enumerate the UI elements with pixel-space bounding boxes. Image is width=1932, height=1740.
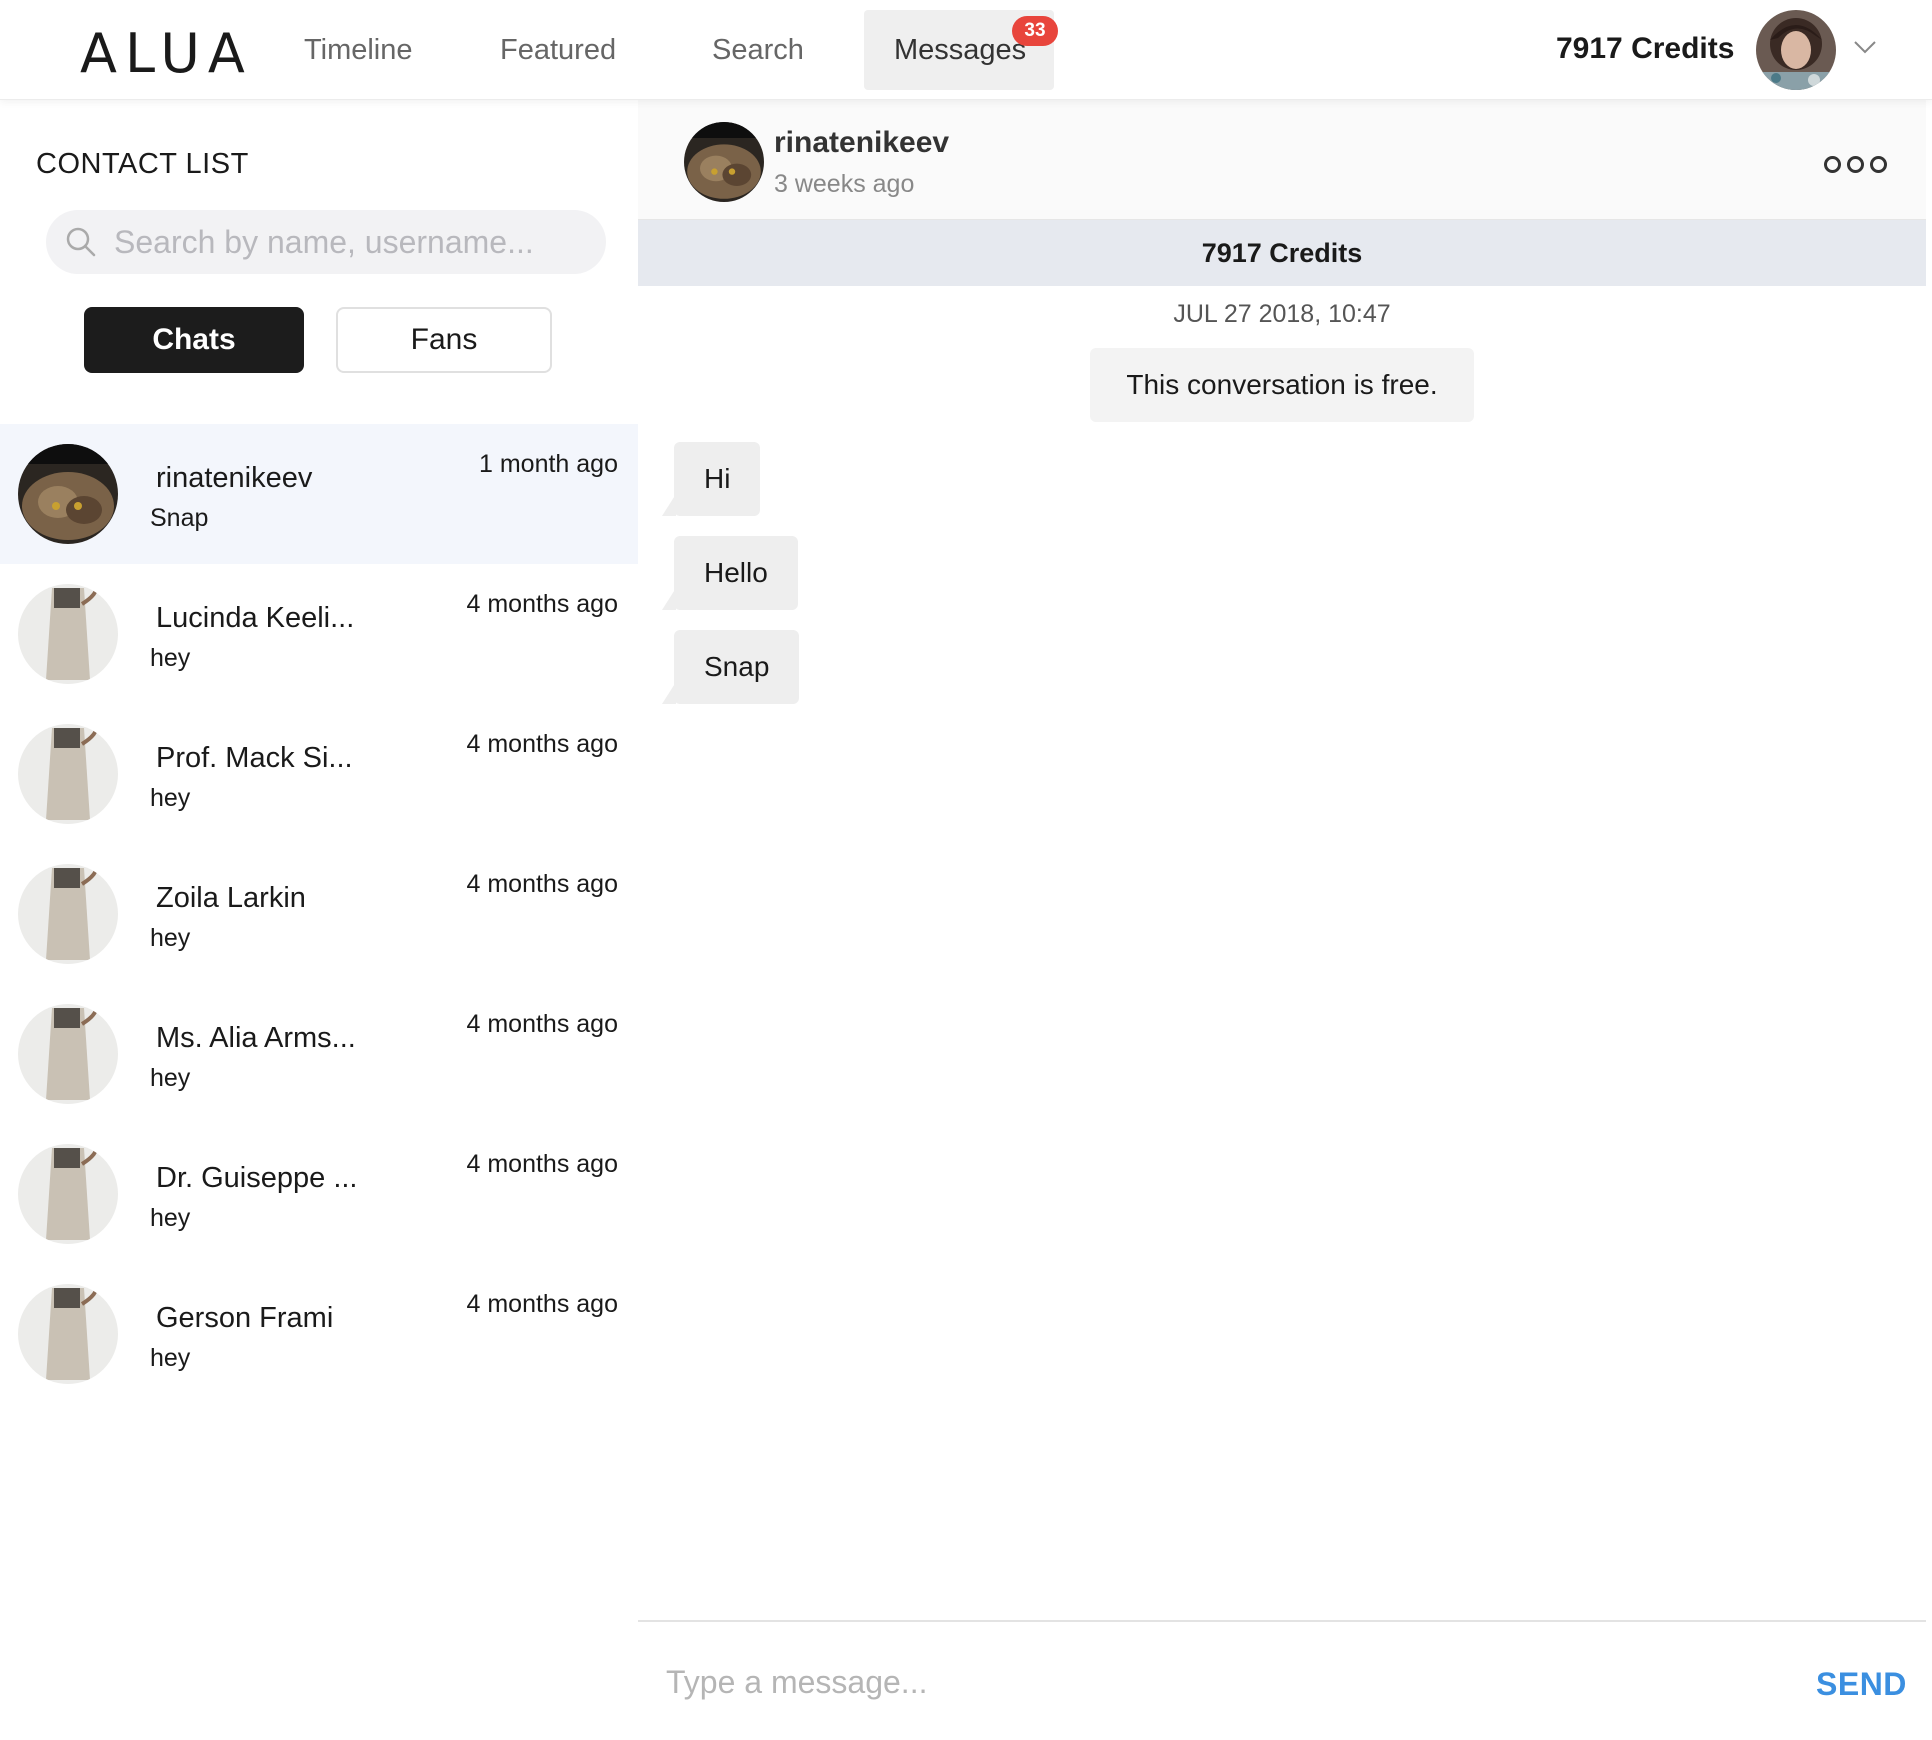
bubble-tail xyxy=(662,494,676,516)
message-text: Snap xyxy=(704,651,770,682)
nav-search-label: Search xyxy=(712,33,804,66)
nav-timeline-label: Timeline xyxy=(304,33,413,66)
more-dot xyxy=(1824,156,1841,173)
message-bubble: Hello xyxy=(662,536,798,610)
contact-name: Gerson Frami xyxy=(156,1302,334,1334)
contact-row[interactable]: Lucinda Keeli... hey 4 months ago xyxy=(0,564,638,704)
nav-search[interactable]: Search xyxy=(682,10,834,90)
conversation-header: rinatenikeev 3 weeks ago xyxy=(638,100,1926,220)
nav-featured[interactable]: Featured xyxy=(470,10,646,90)
contact-name: Prof. Mack Si... xyxy=(156,742,353,774)
nav-timeline[interactable]: Timeline xyxy=(274,10,443,90)
message-text: Hi xyxy=(704,463,731,494)
contact-name: Ms. Alia Arms... xyxy=(156,1022,356,1054)
bubble-tail xyxy=(662,588,676,610)
contact-name: Dr. Guiseppe ... xyxy=(156,1162,358,1194)
message-bubble: Hi xyxy=(662,442,761,516)
contact-row[interactable]: rinatenikeev Snap 1 month ago xyxy=(0,424,638,564)
contact-last-message: hey xyxy=(150,1064,191,1092)
message-bubble: Snap xyxy=(662,630,800,704)
chevron-down-icon[interactable] xyxy=(1852,34,1878,60)
contact-search[interactable] xyxy=(46,210,606,274)
conversation-last-seen: 3 weeks ago xyxy=(774,170,915,198)
messages-count-badge: 33 xyxy=(1012,16,1058,46)
contact-row[interactable]: Dr. Guiseppe ... hey 4 months ago xyxy=(0,1124,638,1264)
message-text: Hello xyxy=(704,557,768,588)
conversation-username[interactable]: rinatenikeev xyxy=(774,126,949,160)
conversation-free-notice: This conversation is free. xyxy=(1090,348,1474,422)
message-composer: SEND xyxy=(638,1620,1926,1740)
contact-time: 1 month ago xyxy=(479,450,618,478)
contact-row[interactable]: Zoila Larkin hey 4 months ago xyxy=(0,844,638,984)
bubble-tail xyxy=(662,682,676,704)
conversation-date: JUL 27 2018, 10:47 xyxy=(1173,300,1391,328)
more-dot xyxy=(1870,156,1887,173)
alua-logo[interactable]: ALUA xyxy=(80,22,253,85)
conversation-panel: rinatenikeev 3 weeks ago 7917 Credits JU… xyxy=(638,100,1926,1740)
contact-name: Lucinda Keeli... xyxy=(156,602,355,634)
contact-time: 4 months ago xyxy=(466,1290,619,1318)
nav-featured-label: Featured xyxy=(500,33,617,66)
nav-messages[interactable]: Messages 33 xyxy=(864,10,1058,90)
contact-time: 4 months ago xyxy=(466,1150,619,1178)
contact-last-message: hey xyxy=(150,1204,191,1232)
contact-row[interactable]: Ms. Alia Arms... hey 4 months ago xyxy=(0,984,638,1124)
send-button[interactable]: SEND xyxy=(1816,1666,1907,1703)
contact-last-message: hey xyxy=(150,924,191,952)
top-navigation: ALUA Timeline Featured Search Messages 3… xyxy=(0,0,1932,100)
more-options-icon[interactable] xyxy=(1824,156,1887,173)
contact-row[interactable]: Prof. Mack Si... hey 4 months ago xyxy=(0,704,638,844)
tab-chats[interactable]: Chats xyxy=(84,307,304,373)
contact-search-input[interactable] xyxy=(114,223,594,261)
contact-avatar xyxy=(18,1004,118,1104)
contact-avatar xyxy=(18,584,118,684)
contact-avatar xyxy=(18,1144,118,1244)
conversation-credits-bar: 7917 Credits xyxy=(638,220,1926,286)
user-avatar[interactable] xyxy=(1756,10,1836,90)
credits-balance[interactable]: 7917 Credits xyxy=(1556,32,1734,66)
conversation-avatar[interactable] xyxy=(684,122,764,202)
contact-list-panel: CONTACT LIST Chats Fans rinatenikeev Sna… xyxy=(0,100,638,1740)
contact-time: 4 months ago xyxy=(466,730,619,758)
message-input[interactable] xyxy=(666,1652,1666,1712)
contact-name: Zoila Larkin xyxy=(156,882,306,914)
contact-avatar xyxy=(18,864,118,964)
contact-last-message: hey xyxy=(150,644,191,672)
nav-messages-label: Messages xyxy=(894,33,1027,66)
more-dot xyxy=(1847,156,1864,173)
search-icon xyxy=(66,227,96,257)
contact-avatar xyxy=(18,1284,118,1384)
contact-avatar xyxy=(18,444,118,544)
contact-last-message: Snap xyxy=(150,504,209,532)
contact-time: 4 months ago xyxy=(466,590,619,618)
contact-list-title: CONTACT LIST xyxy=(36,148,249,180)
contact-last-message: hey xyxy=(150,784,191,812)
tab-fans[interactable]: Fans xyxy=(336,307,552,373)
contact-time: 4 months ago xyxy=(466,870,619,898)
contact-last-message: hey xyxy=(150,1344,191,1372)
contact-avatar xyxy=(18,724,118,824)
contact-time: 4 months ago xyxy=(466,1010,619,1038)
contact-name: rinatenikeev xyxy=(156,462,313,494)
contact-row[interactable]: Gerson Frami hey 4 months ago xyxy=(0,1264,638,1404)
